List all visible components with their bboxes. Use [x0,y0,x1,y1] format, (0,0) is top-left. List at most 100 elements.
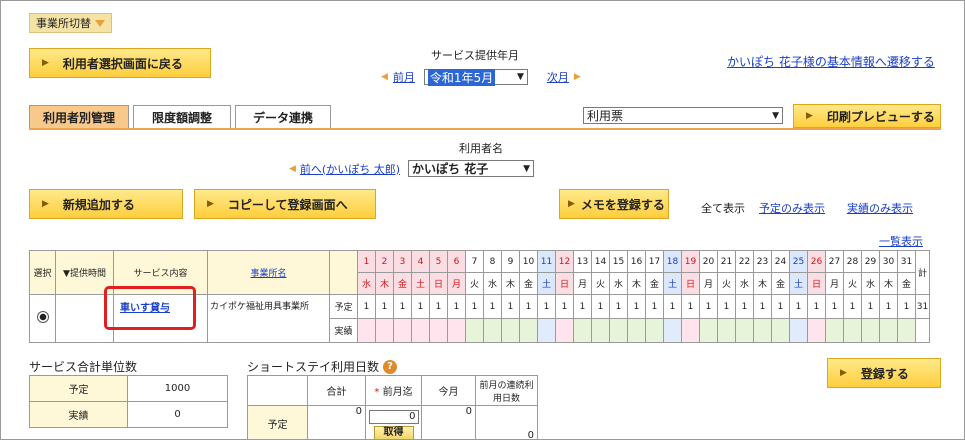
plan-21[interactable]: 1 [717,294,736,319]
row-select-cell[interactable] [29,294,56,343]
back-to-user-select-button[interactable]: ▶ 利用者選択画面に戻る [29,48,211,78]
plan-5[interactable]: 1 [429,294,448,319]
tab-data-link[interactable]: データ連携 [235,105,331,129]
actual-3[interactable] [393,318,412,343]
actual-25[interactable] [789,318,808,343]
plan-19[interactable]: 1 [681,294,700,319]
required-mark: * [374,387,380,398]
plan-16[interactable]: 1 [627,294,646,319]
memo-register-button[interactable]: ▶ メモを登録する [559,189,669,219]
prev-month-link[interactable]: 前月 [393,69,415,85]
print-preview-button[interactable]: ▶ 印刷プレビューする [793,104,941,128]
plan-29[interactable]: 1 [861,294,880,319]
plan-17[interactable]: 1 [645,294,664,319]
actual-4[interactable] [411,318,430,343]
actual-1[interactable] [357,318,376,343]
copy-register-button[interactable]: ▶ コピーして登録画面へ [194,189,376,219]
actual-14[interactable] [591,318,610,343]
plan-9[interactable]: 1 [501,294,520,319]
next-month-link[interactable]: 次月 [547,69,569,85]
plan-8[interactable]: 1 [483,294,502,319]
add-new-button[interactable]: ▶ 新規追加する [29,189,183,219]
row-radio[interactable] [36,311,49,323]
month-select[interactable]: 令和1年5月 ▼ [423,68,528,86]
actual-12[interactable] [555,318,574,343]
prev-user-link[interactable]: 前へ(かいぽち 太郎) [300,161,400,177]
plan-2[interactable]: 1 [375,294,394,319]
fetch-button[interactable]: 取得 [373,426,414,439]
actual-2[interactable] [375,318,394,343]
actual-5[interactable] [429,318,448,343]
actual-28[interactable] [843,318,862,343]
plan-25[interactable]: 1 [789,294,808,319]
actual-13[interactable] [573,318,592,343]
actual-7[interactable] [465,318,484,343]
weekday-24: 金 [771,272,790,295]
actual-8[interactable] [483,318,502,343]
actual-16[interactable] [627,318,646,343]
plan-28[interactable]: 1 [843,294,862,319]
user-basic-info-link[interactable]: かいぽち 花子様の基本情報へ遷移する [727,53,935,70]
weekday-15: 水 [609,272,628,295]
office-switch-button[interactable]: 事業所切替 [29,13,112,33]
actual-11[interactable] [537,318,556,343]
plan-4[interactable]: 1 [411,294,430,319]
actual-22[interactable] [735,318,754,343]
weekday-29: 水 [861,272,880,295]
actual-18[interactable] [663,318,682,343]
planned-only-link[interactable]: 予定のみ表示 [759,200,825,216]
office-header[interactable]: 事業所名 [207,250,330,295]
register-button[interactable]: ▶ 登録する [827,358,941,388]
actual-20[interactable] [699,318,718,343]
plan-20[interactable]: 1 [699,294,718,319]
actual-9[interactable] [501,318,520,343]
day-22: 22 [735,250,754,273]
actual-21[interactable] [717,318,736,343]
plan-31[interactable]: 1 [897,294,916,319]
actual-19[interactable] [681,318,700,343]
plan-27[interactable]: 1 [825,294,844,319]
actual-29[interactable] [861,318,880,343]
plan-23[interactable]: 1 [753,294,772,319]
shortstay-total-value: 0 [307,405,366,439]
plan-1[interactable]: 1 [357,294,376,319]
office-header-link[interactable]: 事業所名 [250,269,286,279]
tab-limit-adjust[interactable]: 限度額調整 [133,105,231,129]
report-select-value: 利用票 [587,109,624,123]
actual-26[interactable] [807,318,826,343]
report-type-select[interactable]: 利用票 ▼ [583,107,783,124]
tab-user-management[interactable]: 利用者別管理 [29,105,129,129]
plan-3[interactable]: 1 [393,294,412,319]
user-select[interactable]: かいぽち 花子 ▼ [408,160,535,177]
plan-26[interactable]: 1 [807,294,826,319]
plan-22[interactable]: 1 [735,294,754,319]
plan-12[interactable]: 1 [555,294,574,319]
actual-6[interactable] [447,318,466,343]
actual-31[interactable] [897,318,916,343]
plan-15[interactable]: 1 [609,294,628,319]
plan-11[interactable]: 1 [537,294,556,319]
actual-15[interactable] [609,318,628,343]
plan-6[interactable]: 1 [447,294,466,319]
actual-30[interactable] [879,318,898,343]
actual-10[interactable] [519,318,538,343]
actual-only-link[interactable]: 実績のみ表示 [847,200,913,216]
day-8: 8 [483,250,502,273]
plan-14[interactable]: 1 [591,294,610,319]
plan-7[interactable]: 1 [465,294,484,319]
plan-10[interactable]: 1 [519,294,538,319]
help-icon[interactable]: ? [383,359,398,374]
plan-18[interactable]: 1 [663,294,682,319]
plan-30[interactable]: 1 [879,294,898,319]
plan-24[interactable]: 1 [771,294,790,319]
actual-17[interactable] [645,318,664,343]
actual-24[interactable] [771,318,790,343]
plan-13[interactable]: 1 [573,294,592,319]
arrow-right-icon: ▶ [840,368,847,378]
prev-month-input[interactable]: 0 [368,410,419,424]
actual-27[interactable] [825,318,844,343]
list-view-link[interactable]: 一覧表示 [879,233,923,249]
weekday-21: 火 [717,272,736,295]
actual-23[interactable] [753,318,772,343]
weekday-9: 木 [501,272,520,295]
